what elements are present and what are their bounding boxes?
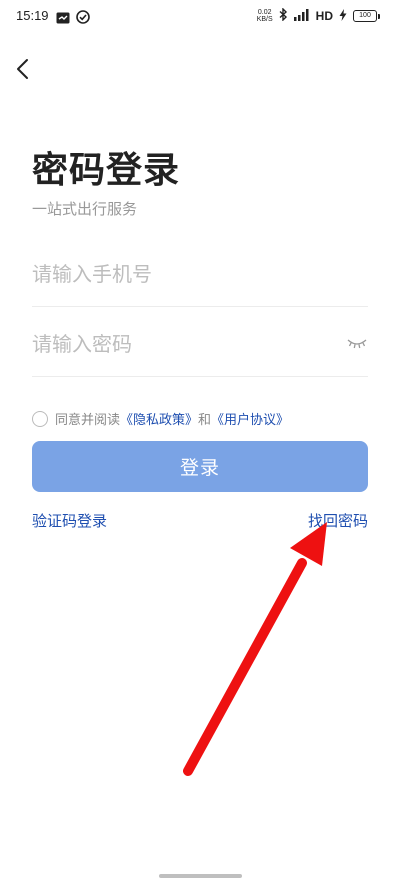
agreement-row: 同意并阅读 《隐私政策》 和 《用户协议》: [32, 409, 289, 428]
net-speed-unit: KB/S: [256, 16, 273, 23]
password-input[interactable]: [32, 316, 332, 372]
message-icon: [56, 9, 70, 28]
eye-closed-icon: [347, 339, 367, 349]
user-agreement-link[interactable]: 《用户协议》: [211, 409, 289, 428]
signal-icon: [293, 8, 310, 24]
password-visibility-toggle[interactable]: [346, 336, 368, 352]
status-time: 15:19: [16, 8, 49, 23]
net-speed: 0.02 KB/S: [257, 9, 273, 23]
page-title: 密码登录: [32, 150, 181, 191]
password-field: [32, 316, 368, 377]
agree-checkbox[interactable]: [32, 410, 48, 427]
charging-icon: [339, 8, 347, 24]
phone-input[interactable]: [32, 246, 332, 302]
network-type: HD: [315, 9, 333, 23]
net-speed-value: 0.02: [257, 9, 272, 16]
chevron-left-icon: [17, 59, 28, 79]
status-left-icons: [56, 9, 90, 28]
privacy-policy-link[interactable]: 《隐私政策》: [120, 409, 198, 428]
agreement-prefix: 同意并阅读: [55, 413, 121, 428]
battery-icon: 100: [353, 10, 380, 22]
back-button[interactable]: [10, 55, 38, 83]
status-right-icons: 0.02 KB/S HD 100: [257, 7, 380, 24]
home-indicator: [159, 874, 242, 878]
agreement-conjunction: 和: [198, 413, 212, 428]
forgot-password-link[interactable]: 找回密码: [308, 510, 368, 531]
check-circle-icon: [76, 9, 90, 28]
battery-level: 100: [353, 10, 377, 22]
login-button[interactable]: 登录: [32, 441, 368, 492]
bluetooth-icon: [279, 7, 288, 24]
status-bar: 15:19 0.02 KB/S HD 100: [0, 0, 400, 34]
sms-login-link[interactable]: 验证码登录: [32, 510, 107, 531]
page-subtitle: 一站式出行服务: [32, 200, 138, 218]
phone-field: [32, 246, 368, 307]
